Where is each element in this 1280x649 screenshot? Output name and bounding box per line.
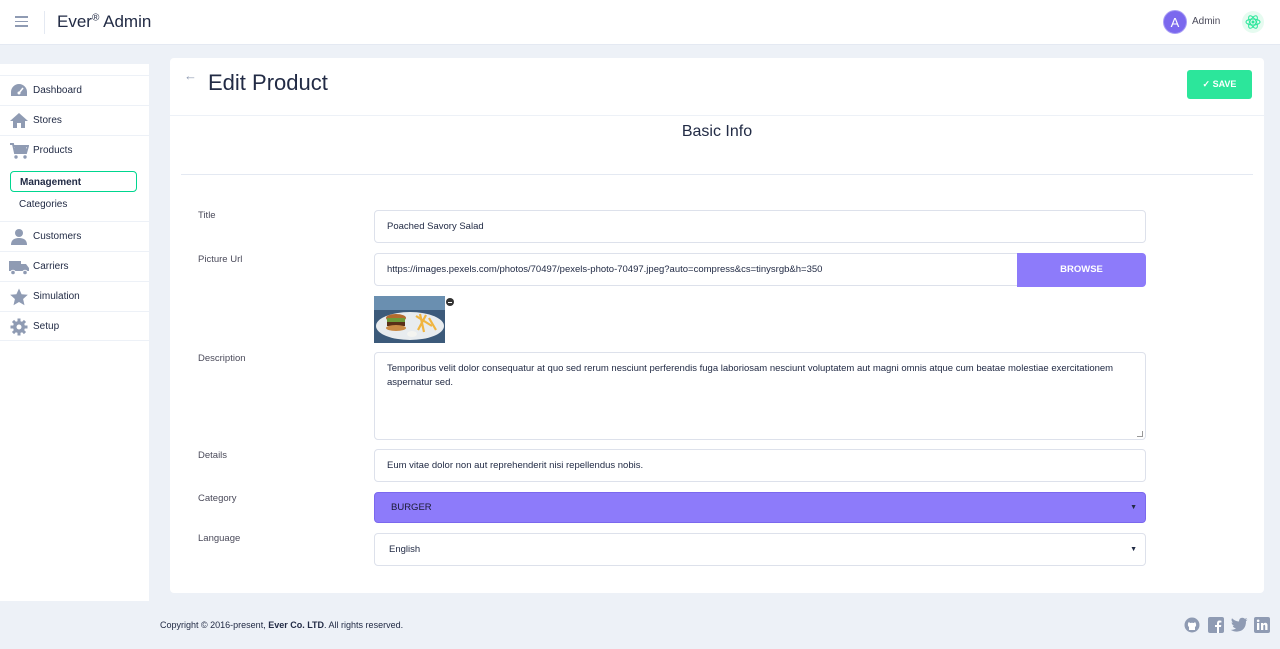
category-selected-value: BURGER [391,502,432,513]
menu-toggle-icon[interactable] [15,16,28,27]
app-logo[interactable]: Ever® Admin [57,12,151,32]
sidebar-item-products[interactable]: Products [0,135,149,165]
title-input[interactable]: Poached Savory Salad [374,210,1146,243]
language-label: Language [198,533,241,544]
truck-icon [9,258,29,276]
details-input[interactable]: Eum vitae dolor non aut reprehenderit ni… [374,449,1146,482]
save-button[interactable]: ✓ SAVE [1187,70,1252,99]
sidebar-item-simulation[interactable]: Simulation [0,281,149,311]
home-icon [9,112,29,130]
copyright-prefix: Copyright © 2016-present, [160,620,269,630]
sidebar-item-setup[interactable]: Setup [0,311,149,341]
star-icon [9,288,29,306]
company-name: Ever Co. LTD [268,620,325,630]
header-divider [44,11,45,34]
sidebar: Dashboard Stores Products Management Cat… [0,64,149,601]
sidebar-item-label: Customers [33,231,82,242]
user-name[interactable]: Admin [1192,16,1220,27]
remove-image-icon[interactable] [446,298,454,306]
details-label: Details [198,450,228,461]
sidebar-item-stores[interactable]: Stores [0,105,149,135]
sidebar-item-label: Carriers [33,261,69,272]
product-image-preview [374,296,445,343]
top-header: Ever® Admin A Admin [0,0,1280,45]
sidebar-item-customers[interactable]: Customers [0,221,149,251]
facebook-icon[interactable] [1208,617,1224,633]
browse-button[interactable]: BROWSE [1017,253,1146,287]
language-select[interactable]: English ▼ [374,533,1146,566]
linkedin-icon[interactable] [1254,617,1270,633]
avatar[interactable]: A [1163,10,1187,34]
dashboard-icon [9,82,29,100]
sidebar-item-label: Setup [33,321,60,332]
title-label: Title [198,210,216,221]
language-selected-value: English [389,544,421,555]
github-icon[interactable] [1184,617,1200,633]
person-icon [9,228,29,246]
chevron-down-icon: ▼ [1130,504,1137,511]
section-title: Basic Info [681,123,753,140]
sidebar-item-label: Stores [33,115,62,126]
twitter-icon[interactable] [1230,617,1248,633]
resize-handle-icon[interactable] [1137,431,1143,437]
atom-icon[interactable] [1242,11,1264,33]
picture-url-label: Picture Url [198,254,243,265]
sidebar-item-label: Simulation [33,291,80,302]
sidebar-subitem-categories[interactable]: Categories [10,194,137,215]
page-title: Edit Product [208,70,328,95]
sidebar-item-carriers[interactable]: Carriers [0,251,149,281]
app-title-suffix: Admin [99,12,152,31]
category-label: Category [198,493,237,504]
cart-icon [9,142,30,160]
sidebar-item-label: Dashboard [33,85,82,96]
sidebar-subitem-management[interactable]: Management [10,171,137,192]
header-divider [170,115,1264,116]
description-text: Temporibus velit dolor consequatur at qu… [387,363,1114,388]
description-label: Description [198,353,246,364]
copyright-text: Copyright © 2016-present, Ever Co. LTD. … [160,620,403,630]
sidebar-item-dashboard[interactable]: Dashboard [0,75,149,105]
category-select[interactable]: BURGER ▼ [374,492,1146,523]
back-arrow-icon[interactable]: ← [184,68,197,83]
gear-icon [9,318,29,336]
section-divider [181,174,1253,175]
edit-product-card: ← Edit Product ✓ SAVE Basic Info Title P… [170,58,1264,593]
app-title: Ever [57,12,92,31]
picture-url-input[interactable]: https://images.pexels.com/photos/70497/p… [374,253,1018,286]
sidebar-item-label: Products [33,145,73,156]
copyright-suffix: . All rights reserved. [324,620,404,630]
description-textarea[interactable]: Temporibus velit dolor consequatur at qu… [374,352,1146,440]
chevron-down-icon: ▼ [1130,546,1137,553]
